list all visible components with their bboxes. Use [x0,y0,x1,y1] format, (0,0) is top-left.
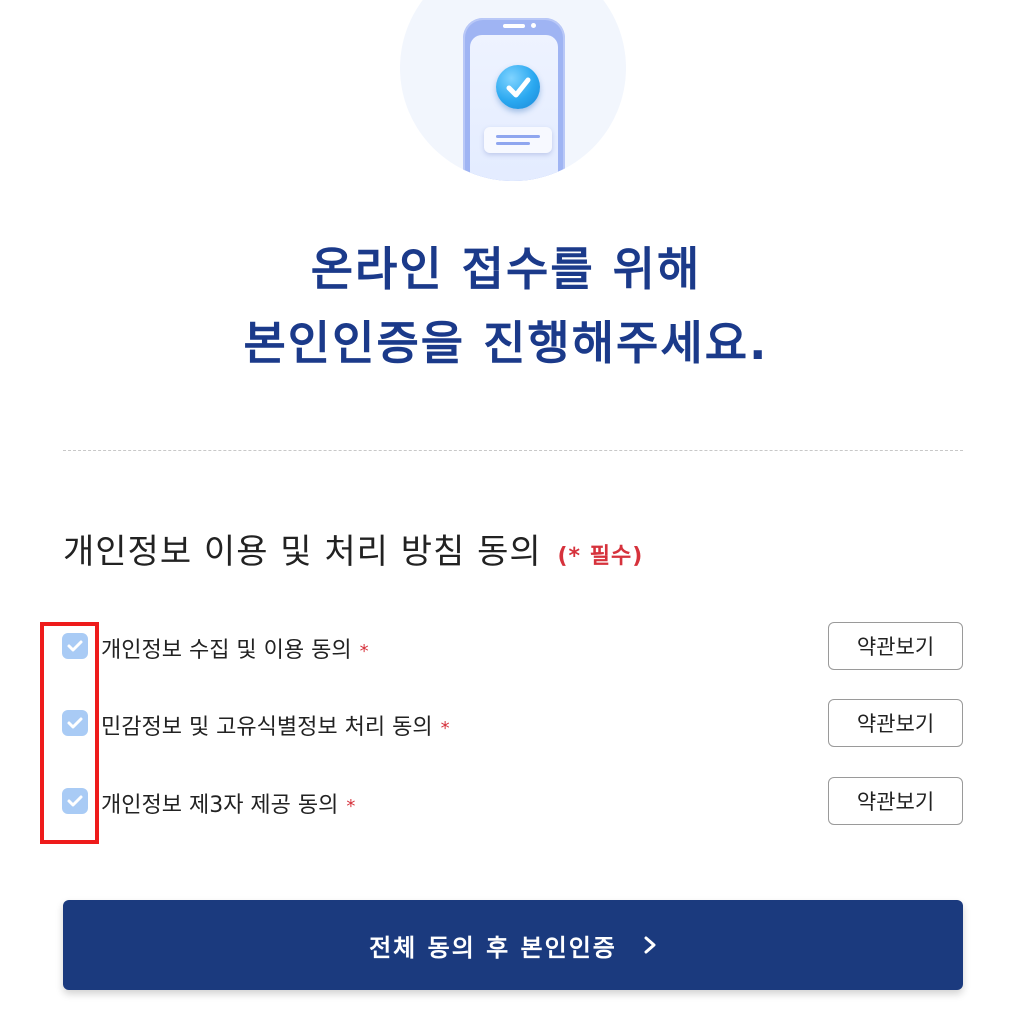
required-star: * [346,796,356,817]
chevron-right-icon [644,936,656,954]
consent-row-personal-info: 개인정보 수집 및 이용 동의 * 약관보기 [0,622,1012,670]
consent-label-text: 개인정보 수집 및 이용 동의 [101,638,352,663]
phone-verified-icon [463,18,565,181]
phone-camera-dot [531,23,536,28]
required-star: * [359,641,369,662]
agree-all-verify-button[interactable]: 전체 동의 후 본인인증 [63,900,963,990]
page-title-line1: 온라인 접수를 위해 [310,242,702,296]
consent-label-text: 개인정보 제3자 제공 동의 [101,793,339,818]
check-badge-icon [496,65,540,109]
page-title-line2: 본인인증을 진행해주세요. [243,316,769,370]
consent-row-sensitive-info: 민감정보 및 고유식별정보 처리 동의 * 약관보기 [0,699,1012,747]
submit-label: 전체 동의 후 본인인증 [369,933,617,962]
consent-row-third-party: 개인정보 제3자 제공 동의 * 약관보기 [0,777,1012,825]
consent-label: 개인정보 제3자 제공 동의 * [101,787,355,819]
consent-label: 민감정보 및 고유식별정보 처리 동의 * [101,709,450,741]
view-terms-button[interactable]: 약관보기 [828,777,963,825]
consent-label-text: 민감정보 및 고유식별정보 처리 동의 [101,715,433,740]
required-note: (* 필수) [557,544,644,569]
section-divider [63,450,963,451]
consent-section-heading: 개인정보 이용 및 처리 방침 동의 (* 필수) [63,524,643,573]
view-terms-button[interactable]: 약관보기 [828,622,963,670]
phone-screen [470,35,558,181]
checkbox-highlight-box [40,622,99,844]
view-terms-button[interactable]: 약관보기 [828,699,963,747]
consent-heading-text: 개인정보 이용 및 처리 방침 동의 [63,532,542,572]
card-chip-icon [484,127,552,153]
consent-label: 개인정보 수집 및 이용 동의 * [101,632,369,664]
required-star: * [440,718,450,739]
phone-notch [503,24,525,28]
hero-illustration [400,0,626,181]
